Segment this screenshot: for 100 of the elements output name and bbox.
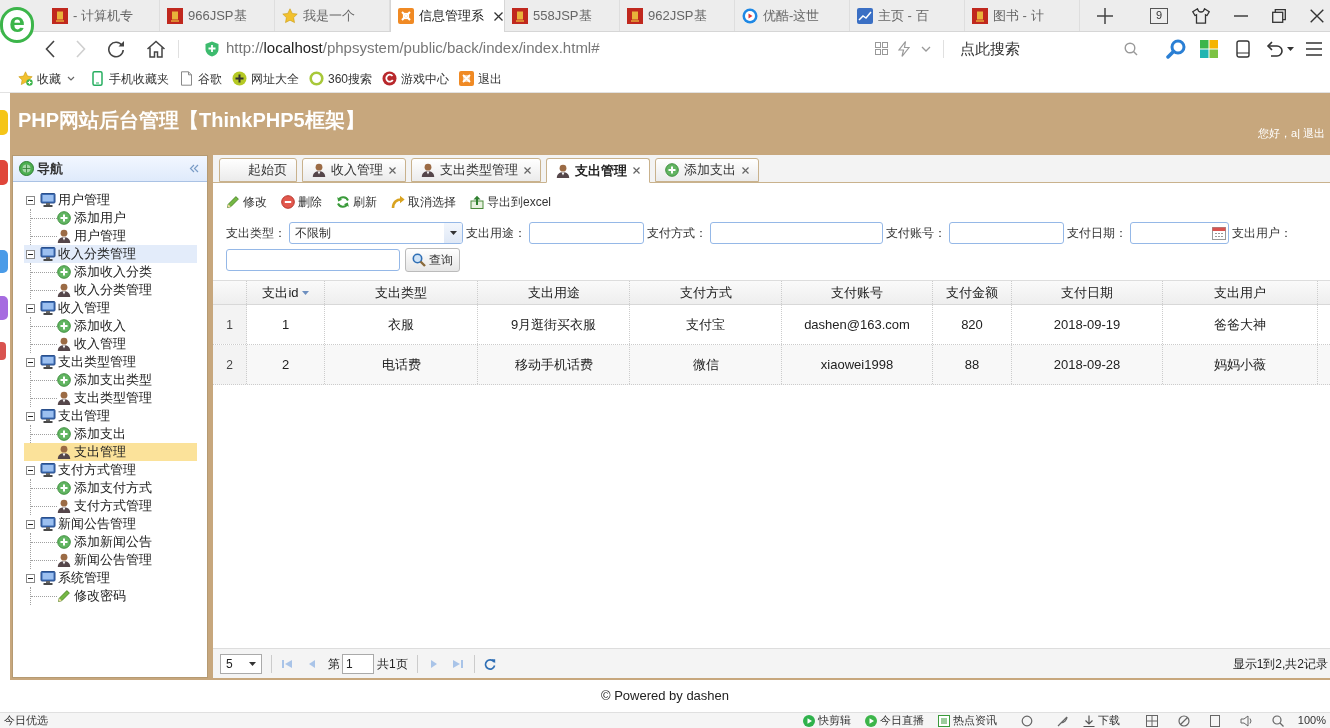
page-size-select[interactable]: 5 bbox=[220, 653, 262, 674]
app-shortcut-icon[interactable] bbox=[0, 296, 8, 320]
search-field[interactable]: 点此搜索 bbox=[960, 36, 1110, 61]
ring-icon[interactable] bbox=[1020, 714, 1033, 727]
minus-box-icon[interactable] bbox=[26, 303, 35, 313]
bookmark[interactable]: 谷歌 bbox=[179, 69, 222, 88]
shirt-icon[interactable] bbox=[1192, 7, 1210, 24]
nav-group-item[interactable]: 支出管理 bbox=[24, 407, 110, 425]
zoom-icon[interactable] bbox=[1271, 714, 1284, 727]
minus-box-icon[interactable] bbox=[26, 195, 35, 205]
page-input[interactable]: 1 bbox=[342, 653, 374, 674]
blocked-icon[interactable] bbox=[1177, 714, 1190, 727]
restore-icon[interactable] bbox=[1272, 8, 1286, 23]
toolbar-button[interactable]: 修改 bbox=[226, 192, 267, 212]
minus-box-icon[interactable] bbox=[26, 519, 35, 529]
close-icon[interactable] bbox=[494, 11, 503, 21]
nav-item[interactable]: 收入管理 bbox=[57, 335, 126, 353]
page-tab[interactable]: 支出管理 bbox=[546, 158, 650, 183]
column-header[interactable]: 支出用户 bbox=[1163, 281, 1318, 304]
nav-item[interactable]: 添加支付方式 bbox=[57, 479, 152, 497]
bookmark[interactable]: 退出 bbox=[459, 69, 503, 88]
nav-group-item[interactable]: 收入分类管理 bbox=[24, 245, 197, 263]
zoom-level[interactable]: 100% bbox=[1297, 715, 1326, 726]
browser-tab[interactable]: 信息管理系 bbox=[390, 0, 505, 32]
minus-box-icon[interactable] bbox=[26, 357, 35, 367]
status-item[interactable]: 今日直播 bbox=[864, 714, 924, 727]
magnifier-icon[interactable] bbox=[1166, 38, 1186, 59]
status-item[interactable]: 下载 bbox=[1082, 714, 1120, 727]
input-field[interactable] bbox=[226, 249, 400, 271]
grid-icon[interactable] bbox=[875, 42, 888, 55]
tablet-icon[interactable] bbox=[1236, 39, 1250, 58]
nav-item[interactable]: 新闻公告管理 bbox=[57, 551, 152, 569]
minus-box-icon[interactable] bbox=[26, 465, 35, 475]
nav-group-item[interactable]: 收入管理 bbox=[24, 299, 110, 317]
nav-item[interactable]: 添加用户 bbox=[57, 209, 126, 227]
app-shortcut-icon[interactable] bbox=[0, 342, 6, 360]
close-icon[interactable] bbox=[1310, 8, 1324, 23]
nav-item[interactable]: 添加新闻公告 bbox=[57, 533, 152, 551]
nav-group-item[interactable]: 系统管理 bbox=[24, 569, 110, 587]
input-field[interactable] bbox=[710, 222, 883, 244]
browser-tab[interactable]: 962JSP基 bbox=[620, 0, 735, 31]
date-field[interactable] bbox=[1130, 222, 1229, 244]
speaker-icon[interactable] bbox=[1239, 714, 1252, 727]
select-field[interactable]: 不限制 bbox=[289, 222, 463, 244]
nav-group-item[interactable]: 支付方式管理 bbox=[24, 461, 136, 479]
input-field[interactable] bbox=[529, 222, 644, 244]
nav-group-item[interactable]: 用户管理 bbox=[24, 191, 110, 209]
page-tab[interactable]: 收入管理 bbox=[302, 158, 406, 182]
grid-icon[interactable] bbox=[1145, 714, 1158, 727]
browser-tab[interactable]: 图书 - 计 bbox=[965, 0, 1080, 31]
page-tab[interactable]: 支出类型管理 bbox=[411, 158, 541, 182]
calendar-icon[interactable] bbox=[1212, 226, 1226, 240]
home-icon[interactable] bbox=[146, 39, 166, 58]
lightning-icon[interactable] bbox=[898, 40, 910, 57]
browser-tab[interactable]: - 计算机专 bbox=[45, 0, 160, 31]
app-shortcut-icon[interactable] bbox=[0, 160, 8, 185]
nav-item[interactable]: 支付方式管理 bbox=[57, 497, 152, 515]
refresh-icon[interactable] bbox=[483, 657, 496, 670]
plus-icon[interactable] bbox=[1097, 7, 1113, 24]
bookmark[interactable]: 360搜索 bbox=[309, 69, 373, 88]
search-button[interactable]: 查询 bbox=[405, 248, 460, 272]
window-icon[interactable] bbox=[1209, 714, 1220, 727]
toolbar-button[interactable]: 删除 bbox=[281, 192, 322, 212]
table-row[interactable]: 2 2 电话费 移动手机话费 微信 xiaowei1998 88 2018-09-28 妈妈小薇 bbox=[213, 345, 1330, 385]
minimize-icon[interactable] bbox=[1234, 14, 1248, 17]
app-shortcut-icon[interactable] bbox=[0, 250, 8, 273]
menu-icon[interactable] bbox=[1306, 41, 1322, 56]
search-icon[interactable] bbox=[1124, 41, 1138, 56]
chevron-down-icon[interactable] bbox=[921, 45, 931, 52]
toolbar-button[interactable]: 取消选择 bbox=[391, 192, 456, 212]
toolbar-button[interactable]: 导出到excel bbox=[470, 192, 551, 212]
tab-count[interactable]: 9 bbox=[1150, 7, 1168, 24]
address-field[interactable]: http://localhost/phpsystem/public/back/index/index.html# bbox=[205, 37, 600, 60]
column-header[interactable]: 支付金额 bbox=[933, 281, 1012, 304]
app-grid-icon[interactable] bbox=[1200, 39, 1218, 58]
column-header[interactable]: 支付日期 bbox=[1012, 281, 1163, 304]
status-item[interactable]: 热点资讯 bbox=[937, 714, 997, 727]
page-tab[interactable]: 添加支出 bbox=[655, 158, 759, 182]
bookmark[interactable]: 收藏 bbox=[18, 69, 80, 88]
nav-item[interactable]: 添加支出类型 bbox=[57, 371, 152, 389]
undo-icon[interactable] bbox=[1266, 40, 1284, 57]
nav-group-item[interactable]: 新闻公告管理 bbox=[24, 515, 136, 533]
input-field[interactable] bbox=[949, 222, 1064, 244]
page-tab[interactable]: 起始页 bbox=[219, 158, 297, 182]
table-row[interactable]: 1 1 衣服 9月逛街买衣服 支付宝 dashen@163.com 820 2018-09-19 爸爸大神 bbox=[213, 305, 1330, 345]
column-header[interactable]: 支出id bbox=[247, 281, 325, 304]
minus-box-icon[interactable] bbox=[26, 249, 35, 259]
nav-item[interactable]: 用户管理 bbox=[57, 227, 126, 245]
browser-tab[interactable]: 主页 - 百 bbox=[850, 0, 965, 31]
browser-tab[interactable]: 优酷-这世 bbox=[735, 0, 850, 31]
bookmark[interactable]: 网址大全 bbox=[232, 69, 299, 88]
double-chevron-icon[interactable] bbox=[189, 164, 199, 173]
minus-box-icon[interactable] bbox=[26, 573, 35, 583]
minus-box-icon[interactable] bbox=[26, 411, 35, 421]
nav-item[interactable]: 收入分类管理 bbox=[57, 281, 152, 299]
close-icon[interactable] bbox=[742, 166, 749, 174]
browser-tab[interactable]: 558JSP基 bbox=[505, 0, 620, 31]
column-header[interactable]: 支出用途 bbox=[478, 281, 630, 304]
close-icon[interactable] bbox=[389, 166, 396, 174]
column-header[interactable]: 支付账号 bbox=[782, 281, 933, 304]
